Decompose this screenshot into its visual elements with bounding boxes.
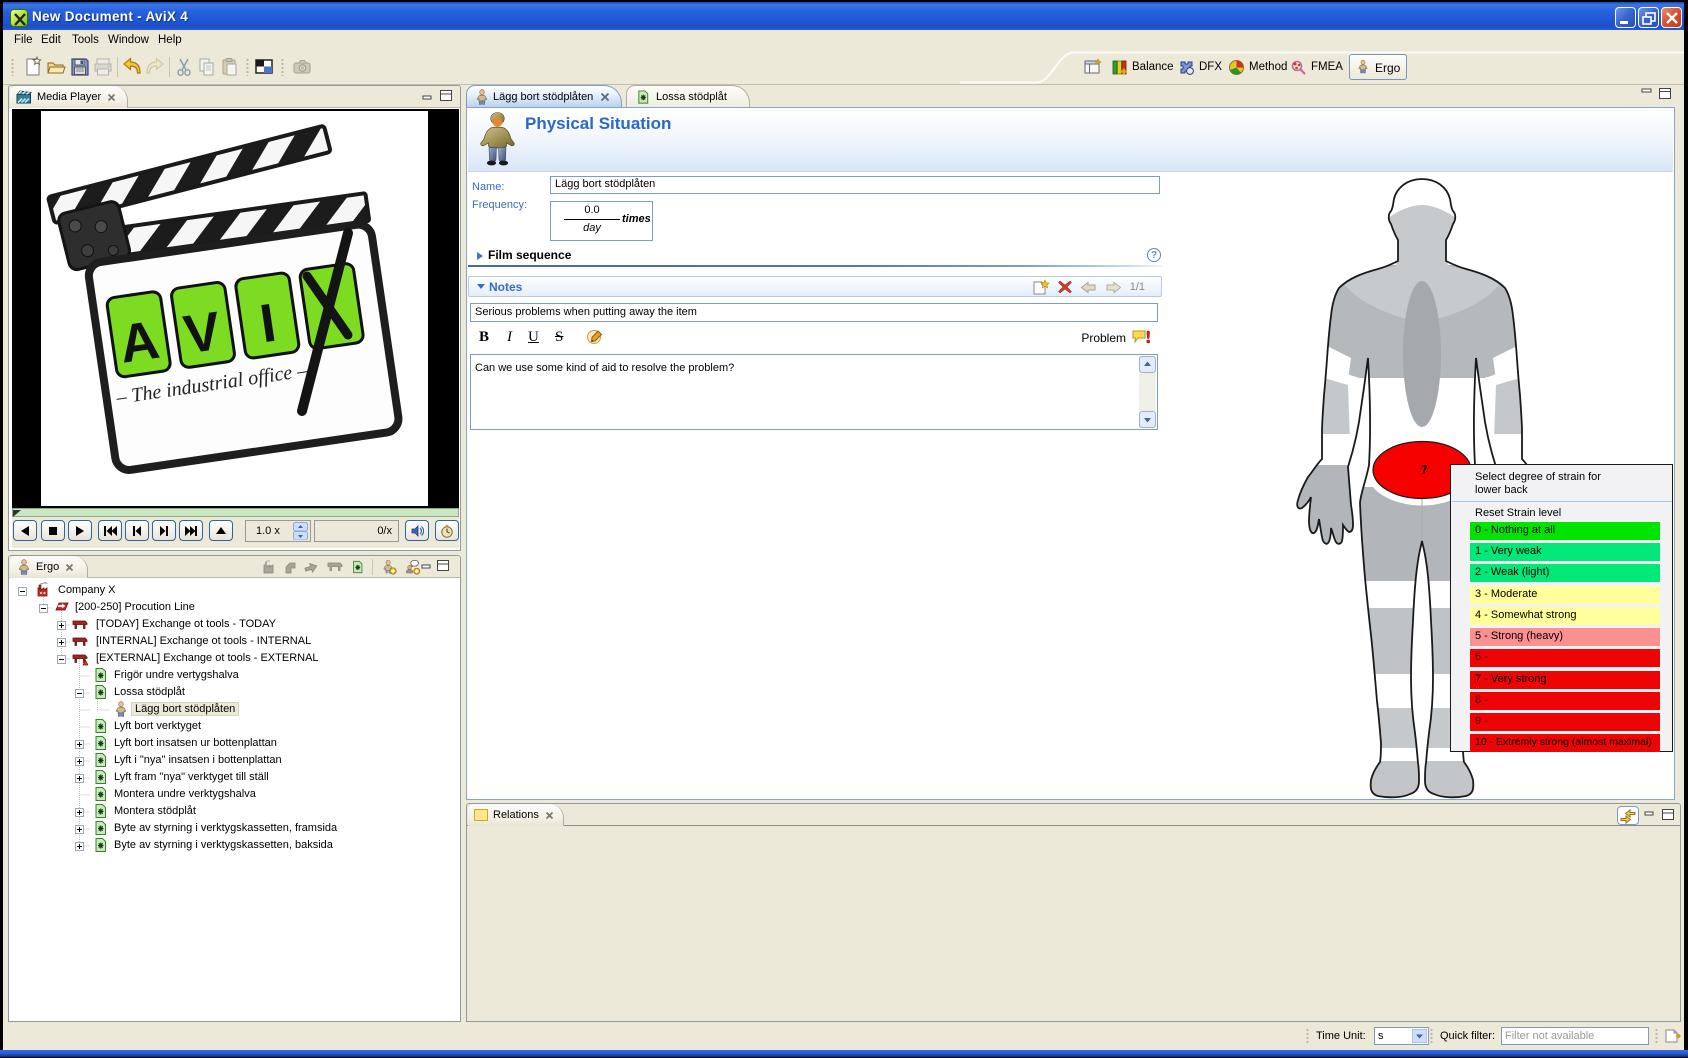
svg-text:7: 7 [1421,463,1428,477]
